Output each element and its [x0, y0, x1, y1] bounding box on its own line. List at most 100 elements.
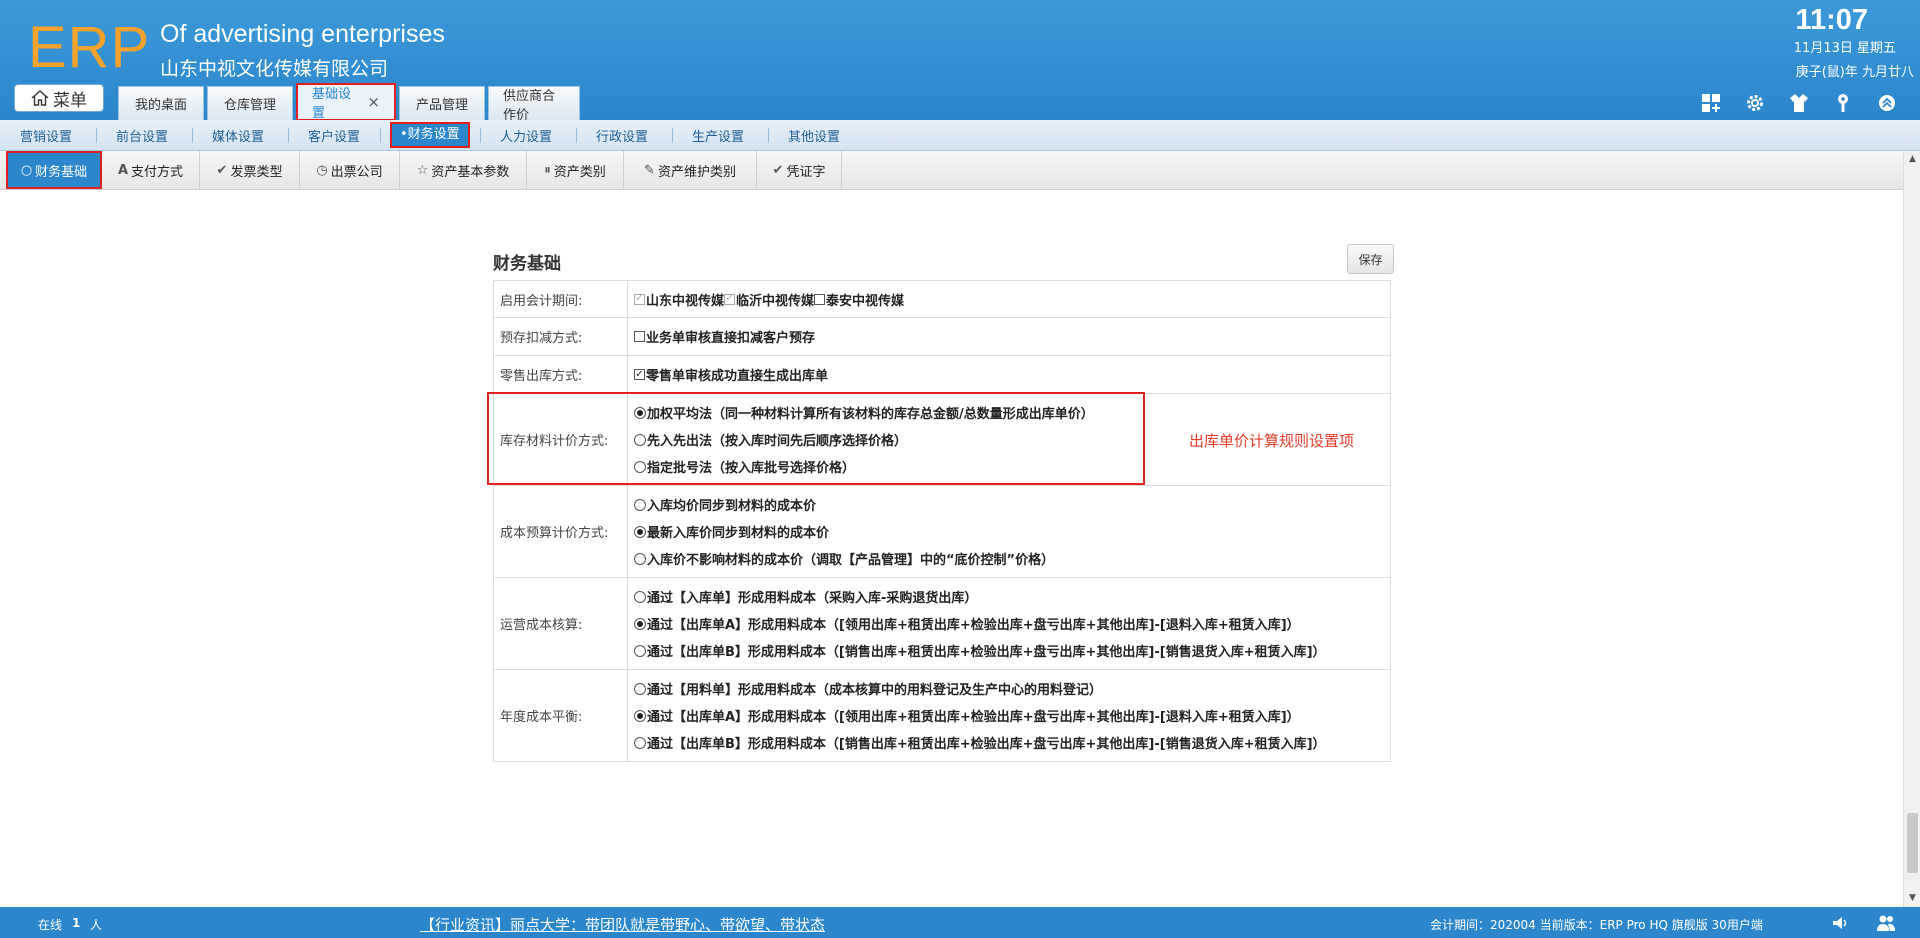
- chevron-up-icon[interactable]: [1876, 92, 1898, 114]
- subnav-hr[interactable]: 人力设置: [500, 126, 552, 145]
- option-label: 指定批号法（按入库批号选择价格）: [647, 461, 856, 476]
- tool-asset-category[interactable]: ⏸ 资产类别: [527, 151, 624, 189]
- radio-option[interactable]: 加权平均法（同一种材料计算所有该材料的库存总金额/总数量形成出库单价）: [634, 403, 1384, 423]
- clock-time: 11:07: [1795, 4, 1868, 36]
- subnav-finance[interactable]: •财务设置: [390, 122, 470, 148]
- check-icon: ✔: [216, 162, 228, 178]
- option-label: 先入先出法（按入库时间先后顺序选择价格）: [647, 434, 908, 449]
- radio-button[interactable]: [634, 617, 646, 630]
- checkbox[interactable]: ✓: [634, 293, 645, 305]
- option-label: 通过【出库单B】形成用料成本（[销售出库+租赁出库+检验出库+盘亏出库+其他出库…: [647, 737, 1326, 752]
- subnav-admin[interactable]: 行政设置: [596, 126, 648, 145]
- tab-basic-settings[interactable]: 基础设置 ×: [296, 83, 396, 121]
- radio-button[interactable]: [634, 460, 646, 473]
- option-label: 通过【用料单】形成用料成本（成本核算中的用料登记及生产中心的用料登记）: [647, 683, 1103, 698]
- radio-option[interactable]: 入库均价同步到材料的成本价: [634, 495, 1384, 515]
- row-options: ✓ 山东中视传媒 ✓ 临沂中视传媒 泰安中视传媒: [627, 280, 1391, 318]
- radio-button[interactable]: [634, 498, 646, 511]
- radio-option[interactable]: 通过【出库单A】形成用料成本（[领用出库+租赁出库+检验出库+盘亏出库+其他出库…: [634, 706, 1384, 726]
- radio-option[interactable]: 最新入库价同步到材料的成本价: [634, 522, 1384, 542]
- radio-button[interactable]: [634, 644, 646, 657]
- radio-button[interactable]: [634, 709, 646, 722]
- key-icon[interactable]: [1832, 92, 1854, 114]
- checkbox[interactable]: ✓: [634, 369, 645, 380]
- radio-option[interactable]: 通过【出库单B】形成用料成本（[销售出库+租赁出库+检验出库+盘亏出库+其他出库…: [634, 733, 1384, 753]
- radio-button[interactable]: [634, 590, 646, 603]
- option-label: 通过【出库单B】形成用料成本（[销售出库+租赁出库+检验出库+盘亏出库+其他出库…: [647, 645, 1326, 660]
- row-options: 业务单审核直接扣减客户预存: [627, 317, 1391, 356]
- tool-invoice-type[interactable]: ✔ 发票类型: [200, 151, 300, 189]
- option-label: 通过【出库单A】形成用料成本（[领用出库+租赁出库+检验出库+盘亏出库+其他出库…: [647, 618, 1300, 633]
- radio-button[interactable]: [634, 552, 646, 565]
- row-label: 成本预算计价方式:: [493, 485, 628, 578]
- tab-supplier-price[interactable]: 供应商合作价: [488, 86, 580, 123]
- scroll-down-arrow-icon[interactable]: ▼: [1904, 890, 1920, 907]
- subnav-other[interactable]: 其他设置: [788, 126, 840, 145]
- option-label: 业务单审核直接扣减客户预存: [646, 331, 816, 346]
- tab-product-management[interactable]: 产品管理: [399, 86, 485, 120]
- table-row: 启用会计期间: ✓ 山东中视传媒 ✓ 临沂中视传媒 泰安中视传媒: [493, 280, 1391, 318]
- subnav-production[interactable]: 生产设置: [692, 126, 744, 145]
- tool-asset-maintenance[interactable]: ✎ 资产维护类别: [624, 151, 757, 189]
- radio-button[interactable]: [634, 433, 646, 446]
- online-unit: 人: [90, 918, 103, 932]
- radio-option[interactable]: 指定批号法（按入库批号选择价格）: [634, 457, 1384, 477]
- radio-option[interactable]: 入库价不影响材料的成本价（调取【产品管理】中的“底价控制”价格）: [634, 549, 1384, 569]
- radio-button[interactable]: [634, 525, 646, 538]
- checkbox-option[interactable]: 泰安中视传媒: [814, 289, 904, 309]
- tool-voucher-word[interactable]: ✔ 凭证字: [757, 151, 842, 189]
- annotation-text: 出库单价计算规则设置项: [1189, 432, 1355, 450]
- vertical-scrollbar[interactable]: ▲ ▼: [1903, 151, 1920, 907]
- checkbox[interactable]: [634, 331, 645, 342]
- table-row: 年度成本平衡: 通过【用料单】形成用料成本（成本核算中的用料登记及生产中心的用料…: [493, 669, 1391, 762]
- shirt-icon[interactable]: [1788, 92, 1810, 114]
- subnav-marketing[interactable]: 营销设置: [20, 126, 72, 145]
- tool-payment-method[interactable]: A 支付方式: [102, 151, 200, 189]
- app-header: ERP Of advertising enterprises 山东中视文化传媒有…: [0, 0, 1920, 123]
- subnav-customer[interactable]: 客户设置: [308, 126, 360, 145]
- subnav-media[interactable]: 媒体设置: [212, 126, 264, 145]
- clock-icon: ◷: [316, 162, 328, 178]
- scroll-thumb[interactable]: [1907, 813, 1918, 873]
- radio-button[interactable]: [634, 682, 646, 695]
- radio-button[interactable]: [634, 736, 646, 749]
- radio-option[interactable]: 通过【出库单B】形成用料成本（[销售出库+租赁出库+检验出库+盘亏出库+其他出库…: [634, 641, 1384, 661]
- subnav-frontdesk[interactable]: 前台设置: [116, 126, 168, 145]
- option-label: 零售单审核成功直接生成出库单: [646, 369, 829, 384]
- row-label: 启用会计期间:: [493, 280, 628, 318]
- news-link[interactable]: 【行业资讯】丽点大学：带团队就是带野心、带欲望、带状态: [420, 914, 825, 935]
- speaker-icon[interactable]: [1830, 913, 1850, 933]
- scroll-up-arrow-icon[interactable]: ▲: [1904, 151, 1920, 168]
- option-label: 最新入库价同步到材料的成本价: [647, 526, 830, 541]
- radio-option[interactable]: 通过【出库单A】形成用料成本（[领用出库+租赁出库+检验出库+盘亏出库+其他出库…: [634, 614, 1384, 634]
- checkbox-option[interactable]: 业务单审核直接扣减客户预存: [634, 327, 1384, 347]
- tab-my-desktop[interactable]: 我的桌面: [118, 86, 204, 120]
- checkbox[interactable]: [814, 293, 826, 305]
- online-label: 在线: [38, 918, 63, 932]
- clock-date: 11月13日 星期五: [1793, 41, 1896, 56]
- option-label: 加权平均法（同一种材料计算所有该材料的库存总金额/总数量形成出库单价）: [647, 407, 1094, 422]
- radio-option[interactable]: 通过【用料单】形成用料成本（成本核算中的用料登记及生产中心的用料登记）: [634, 679, 1384, 699]
- checkbox-option[interactable]: ✓ 山东中视传媒: [634, 289, 724, 309]
- save-button[interactable]: 保存: [1347, 244, 1394, 274]
- check-icon: ✔: [772, 162, 784, 178]
- menu-button[interactable]: 菜单: [14, 84, 104, 112]
- checkbox[interactable]: ✓: [724, 293, 736, 305]
- tool-asset-params[interactable]: ☆ 资产基本参数: [400, 151, 527, 189]
- radio-button[interactable]: [634, 406, 646, 419]
- tool-invoice-company[interactable]: ◷ 出票公司: [300, 151, 400, 189]
- gear-icon[interactable]: [1744, 92, 1766, 114]
- row-options: ✓ 零售单审核成功直接生成出库单: [627, 355, 1391, 394]
- table-row: 成本预算计价方式: 入库均价同步到材料的成本价最新入库价同步到材料的成本价入库价…: [493, 485, 1391, 578]
- grid-add-icon[interactable]: [1700, 92, 1722, 114]
- tab-close-icon[interactable]: ×: [367, 93, 380, 111]
- option-label: 山东中视传媒: [646, 293, 725, 309]
- tab-warehouse[interactable]: 仓库管理: [207, 86, 293, 120]
- users-icon[interactable]: [1876, 913, 1896, 933]
- settings-subnav: 营销设置 前台设置 媒体设置 客户设置 •财务设置 人力设置 行政设置 生产设置…: [0, 120, 1920, 151]
- tool-finance-basic[interactable]: ○ 财务基础: [6, 151, 102, 189]
- status-bar: 在线 1 人 【行业资讯】丽点大学：带团队就是带野心、带欲望、带状态 会计期间：…: [0, 907, 1920, 938]
- checkbox-option[interactable]: ✓ 零售单审核成功直接生成出库单: [634, 365, 1384, 385]
- radio-option[interactable]: 通过【入库单】形成用料成本（采购入库-采购退货出库）: [634, 587, 1384, 607]
- checkbox-option[interactable]: ✓ 临沂中视传媒: [724, 289, 814, 309]
